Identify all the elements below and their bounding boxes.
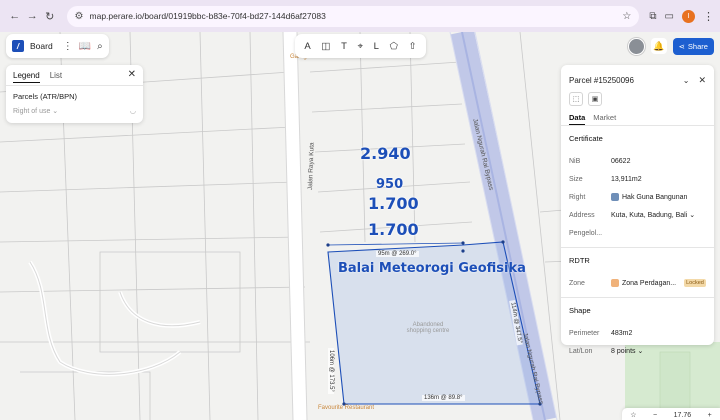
field-value: Zona Perdagan... Locked xyxy=(611,279,706,287)
side-panel-icon[interactable]: ▭ xyxy=(665,11,674,22)
field-value: 13,911m2 xyxy=(611,175,642,183)
latlon-dropdown[interactable]: 8 points ⌄ xyxy=(611,347,643,355)
right-value: Hak Guna Bangunan xyxy=(622,193,688,201)
parcel-title: Balai Meteorogi Geofisika xyxy=(338,261,526,276)
back-icon[interactable]: ← xyxy=(6,7,24,25)
image-icon[interactable]: ▣ xyxy=(588,92,602,106)
panel-title: Parcel #15250096 xyxy=(569,75,634,85)
select-area-icon[interactable]: ⬚ xyxy=(569,92,583,106)
field-row: Pengelol... xyxy=(569,224,706,242)
tab-market[interactable]: Market xyxy=(593,113,616,125)
divider xyxy=(561,125,714,126)
legend-panel: Legend List ✕ Parcels (ATR/BPN) Right of… xyxy=(6,65,143,123)
upload-tool-icon[interactable]: ⇧ xyxy=(409,41,417,52)
zoom-out-button[interactable]: − xyxy=(653,412,657,419)
field-label: Size xyxy=(569,175,583,183)
extensions-icon[interactable]: ⧉ xyxy=(649,11,656,22)
board-menu[interactable]: Board xyxy=(30,41,53,51)
field-value: 483m2 xyxy=(611,329,633,337)
right-swatch xyxy=(611,193,619,201)
title-tool-icon[interactable]: T xyxy=(341,41,347,52)
field-label: NiB xyxy=(569,157,581,165)
tab-data[interactable]: Data xyxy=(569,113,586,125)
field-row: Address Kuta, Kuta, Badung, Bali ⌄ xyxy=(569,206,706,224)
url-text[interactable]: map.perare.io/board/01919bbc-b83e-70f4-b… xyxy=(90,11,623,21)
parcel-detail-panel: Parcel #15250096 ⌄ ✕ ⬚ ▣ Data Market Cer… xyxy=(561,65,714,355)
user-avatar[interactable] xyxy=(628,37,645,55)
text-tool-icon[interactable]: A xyxy=(304,41,310,52)
browser-toolbar: ← → ↻ ⚙ map.perare.io/board/01919bbc-b83… xyxy=(0,0,720,32)
bookmark-star-icon[interactable]: ☆ xyxy=(622,11,631,22)
shape-tool-icon[interactable]: ⬠ xyxy=(390,41,398,52)
divider xyxy=(6,85,143,86)
layer-name[interactable]: Parcels (ATR/BPN) xyxy=(13,92,136,101)
user-toolbar: 🔔 ⋖ Share xyxy=(628,34,714,58)
field-label: Zone xyxy=(569,279,585,287)
field-label: Pengelol... xyxy=(569,229,603,237)
field-row: Perimeter 483m2 xyxy=(569,324,706,342)
address-bar[interactable]: ⚙ map.perare.io/board/01919bbc-b83e-70f4… xyxy=(66,5,640,27)
measure-tool-icon[interactable]: L xyxy=(374,41,379,52)
book-icon[interactable]: 📖 xyxy=(79,41,91,52)
close-icon[interactable]: ✕ xyxy=(128,70,136,80)
site-settings-icon[interactable]: ⚙ xyxy=(75,11,84,22)
dimension-bottom-label: 136m @ 89.8° xyxy=(422,395,465,401)
section-shape: Shape xyxy=(569,306,591,315)
zoom-in-button[interactable]: + xyxy=(708,412,712,419)
field-row: Lat/Lon 8 points ⌄ xyxy=(569,342,706,360)
note-tool-icon[interactable]: ◫ xyxy=(321,41,330,52)
board-toolbar: / Board ⋮ 📖 ⌕ xyxy=(6,34,109,58)
section-rdtr: RDTR xyxy=(569,256,590,265)
visibility-icon[interactable]: ◡ xyxy=(130,107,136,115)
drawing-toolbar: A ◫ T ⌖ L ⬠ ⇧ xyxy=(295,34,426,58)
close-icon[interactable]: ✕ xyxy=(698,75,706,86)
field-value: Hak Guna Bangunan xyxy=(611,193,687,201)
field-label: Perimeter xyxy=(569,329,600,337)
field-row: NiB 06622 xyxy=(569,152,706,170)
section-certificate: Certificate xyxy=(569,134,603,143)
locked-badge: Locked xyxy=(684,279,706,287)
tab-list[interactable]: List xyxy=(50,71,62,80)
poi-label: Favourite Restaurant xyxy=(318,405,375,411)
pin-tool-icon[interactable]: ⌖ xyxy=(358,41,363,52)
right-of-use-dropdown[interactable]: Right of use ⌄ xyxy=(13,107,58,115)
parcel-price-label: 1.700 xyxy=(368,194,419,213)
forward-icon[interactable]: → xyxy=(24,7,42,25)
address-dropdown[interactable]: Kuta, Kuta, Badung, Bali ⌄ xyxy=(611,211,695,219)
field-label: Lat/Lon xyxy=(569,347,593,355)
field-row: Size 13,911m2 xyxy=(569,170,706,188)
divider xyxy=(561,247,714,248)
share-icon: ⋖ xyxy=(678,41,685,51)
notification-bell-icon[interactable]: 🔔 xyxy=(650,38,667,54)
parcel-price-label: 1.700 xyxy=(368,220,419,239)
dimension-left-label: 106m @ 173.5° xyxy=(328,348,334,394)
parcel-price-label: 950 xyxy=(376,177,404,192)
field-label: Right xyxy=(569,193,586,201)
share-button[interactable]: ⋖ Share xyxy=(672,37,714,55)
more-icon[interactable]: ⋮ xyxy=(63,41,73,52)
field-row: Zone Zona Perdagan... Locked xyxy=(569,274,706,292)
reload-icon[interactable]: ↻ xyxy=(41,7,59,25)
dimension-top-label: 95m @ 269.0° xyxy=(376,251,419,257)
zoom-control: ☆ − 17.76 + xyxy=(622,408,720,420)
share-label: Share xyxy=(687,41,708,51)
zoom-level: 17.76 xyxy=(673,411,692,419)
star-icon[interactable]: ☆ xyxy=(630,411,636,419)
collapse-icon[interactable]: ⌄ xyxy=(683,76,690,85)
divider xyxy=(561,297,714,298)
browser-menu-icon[interactable]: ⋮ xyxy=(703,10,714,23)
field-row: Right Hak Guna Bangunan xyxy=(569,188,706,206)
tab-legend[interactable]: Legend xyxy=(13,71,40,83)
poi-label: Abandoned shopping centre xyxy=(406,322,450,334)
zone-swatch xyxy=(611,279,619,287)
app-logo[interactable]: / xyxy=(12,40,24,52)
field-value: 06622 xyxy=(611,157,631,165)
profile-avatar[interactable]: I xyxy=(681,9,695,23)
search-icon[interactable]: ⌕ xyxy=(97,41,103,52)
field-label: Address xyxy=(569,211,595,219)
parcel-price-label: 2.940 xyxy=(360,144,411,163)
zone-value: Zona Perdagan... xyxy=(622,279,677,287)
